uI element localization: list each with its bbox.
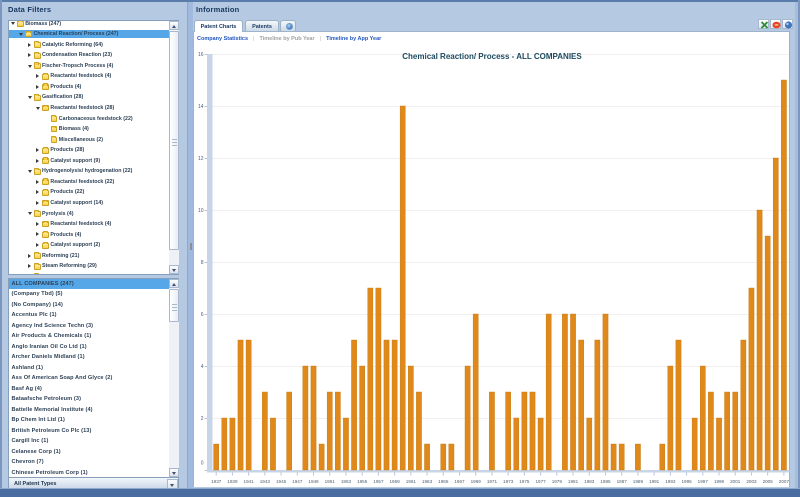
svg-text:1993: 1993 [665, 479, 676, 484]
svg-text:14: 14 [198, 104, 204, 110]
svg-text:1985: 1985 [600, 479, 611, 484]
svg-text:1937: 1937 [211, 479, 222, 484]
svg-text:1997: 1997 [698, 479, 709, 484]
svg-text:4: 4 [201, 364, 204, 370]
svg-text:12: 12 [198, 156, 204, 162]
svg-text:1943: 1943 [260, 479, 271, 484]
svg-text:1965: 1965 [438, 479, 449, 484]
svg-text:2005: 2005 [763, 479, 774, 484]
svg-text:1953: 1953 [341, 479, 352, 484]
svg-text:1981: 1981 [568, 479, 579, 484]
svg-text:1969: 1969 [471, 479, 482, 484]
svg-text:1949: 1949 [308, 479, 319, 484]
svg-text:1975: 1975 [519, 479, 530, 484]
svg-text:1989: 1989 [633, 479, 644, 484]
svg-text:1951: 1951 [325, 479, 336, 484]
svg-text:1973: 1973 [503, 479, 514, 484]
svg-text:1979: 1979 [552, 479, 563, 484]
svg-text:2001: 2001 [730, 479, 741, 484]
svg-text:1991: 1991 [649, 479, 660, 484]
svg-text:2003: 2003 [746, 479, 757, 484]
svg-text:1999: 1999 [714, 479, 725, 484]
svg-text:16: 16 [198, 52, 204, 58]
svg-text:1947: 1947 [292, 479, 303, 484]
svg-text:1967: 1967 [454, 479, 465, 484]
svg-text:1955: 1955 [357, 479, 368, 484]
svg-text:1941: 1941 [244, 479, 255, 484]
svg-text:6: 6 [201, 312, 204, 318]
svg-text:1977: 1977 [535, 479, 546, 484]
svg-text:1971: 1971 [487, 479, 498, 484]
svg-text:1945: 1945 [276, 479, 287, 484]
svg-text:1939: 1939 [227, 479, 238, 484]
svg-text:1957: 1957 [373, 479, 384, 484]
svg-text:0: 0 [201, 461, 204, 467]
svg-text:Chemical Reaction/ Process - A: Chemical Reaction/ Process - ALL COMPANI… [402, 52, 582, 61]
svg-text:1961: 1961 [406, 479, 417, 484]
svg-text:1959: 1959 [390, 479, 401, 484]
svg-text:1987: 1987 [617, 479, 628, 484]
svg-text:1995: 1995 [681, 479, 692, 484]
svg-text:10: 10 [198, 208, 204, 214]
svg-text:8: 8 [201, 260, 204, 266]
svg-text:2: 2 [201, 416, 204, 422]
svg-text:1963: 1963 [422, 479, 433, 484]
svg-text:2007: 2007 [779, 479, 790, 484]
svg-text:1983: 1983 [584, 479, 595, 484]
